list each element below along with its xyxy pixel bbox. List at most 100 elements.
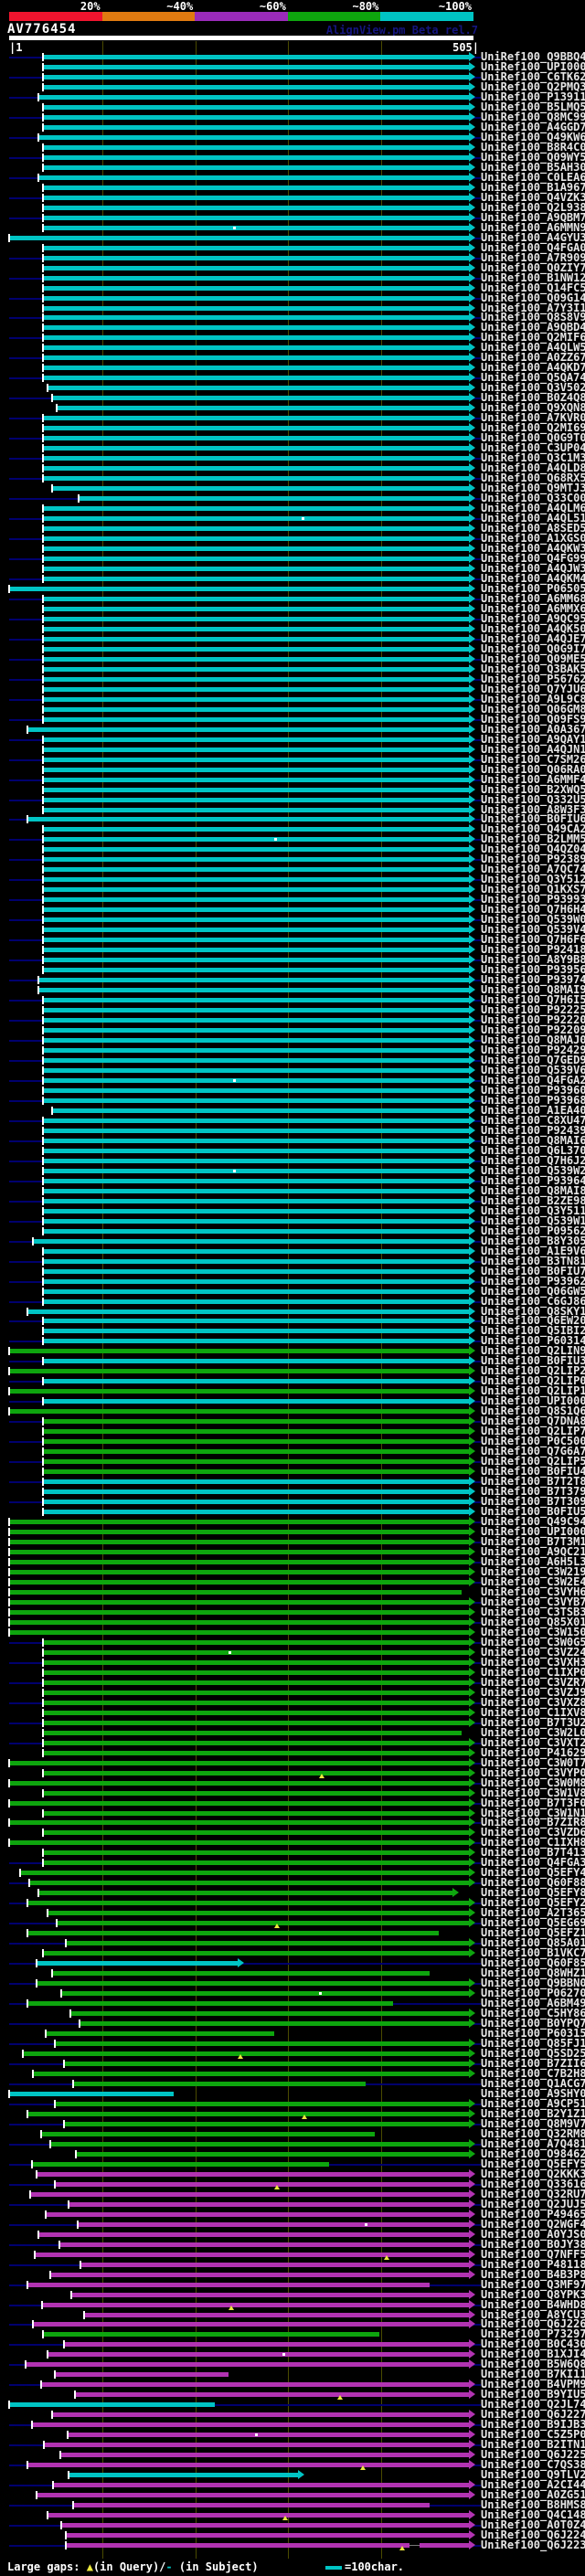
alignment-bar[interactable]	[43, 1218, 469, 1224]
alignment-bar[interactable]	[68, 2473, 298, 2478]
alignment-bar[interactable]	[37, 1981, 469, 1987]
alignment-bar[interactable]	[43, 596, 469, 601]
alignment-bar[interactable]	[43, 1951, 469, 1956]
alignment-bar[interactable]	[48, 2513, 469, 2518]
alignment-bar[interactable]	[9, 235, 469, 240]
alignment-bar[interactable]	[43, 1077, 469, 1083]
alignment-bar[interactable]	[43, 948, 469, 953]
alignment-bar[interactable]	[43, 757, 469, 762]
alignment-bar[interactable]	[43, 557, 469, 561]
subject-label[interactable]: UniRef100_Q6J223	[481, 2539, 585, 2550]
alignment-bar[interactable]	[38, 988, 469, 993]
alignment-bar[interactable]	[43, 2332, 380, 2337]
alignment-bar[interactable]	[59, 2242, 469, 2247]
alignment-bar[interactable]	[42, 2302, 469, 2307]
alignment-bar[interactable]	[61, 1991, 469, 1997]
alignment-bar[interactable]	[9, 1530, 469, 1535]
alignment-bar[interactable]	[9, 1619, 469, 1625]
alignment-bar[interactable]	[78, 496, 469, 502]
alignment-bar[interactable]	[66, 2543, 469, 2549]
alignment-bar[interactable]	[37, 2493, 469, 2498]
alignment-bar[interactable]	[38, 1891, 452, 1896]
alignment-bar[interactable]	[43, 877, 469, 883]
alignment-bar[interactable]	[43, 335, 469, 341]
alignment-bar[interactable]	[9, 1599, 469, 1605]
alignment-bar[interactable]	[80, 2262, 469, 2267]
alignment-bar[interactable]	[55, 2041, 469, 2047]
alignment-bar[interactable]	[9, 1629, 469, 1635]
alignment-bar[interactable]	[43, 1288, 469, 1294]
alignment-bar[interactable]	[43, 928, 469, 933]
alignment-bar[interactable]	[9, 1760, 469, 1765]
alignment-bar[interactable]	[43, 195, 469, 200]
alignment-bar[interactable]	[38, 2231, 469, 2237]
alignment-bar[interactable]	[43, 807, 469, 812]
alignment-bar[interactable]	[43, 767, 469, 772]
alignment-bar[interactable]	[43, 1379, 469, 1384]
alignment-bar[interactable]	[53, 2483, 469, 2488]
alignment-bar[interactable]	[43, 847, 469, 853]
alignment-bar[interactable]	[43, 205, 469, 210]
alignment-bar[interactable]	[27, 817, 469, 822]
alignment-bar[interactable]	[38, 978, 469, 983]
alignment-bar[interactable]	[64, 2342, 469, 2348]
alignment-bar[interactable]	[43, 526, 469, 532]
alignment-bar[interactable]	[43, 114, 469, 120]
alignment-bar[interactable]	[27, 1309, 469, 1314]
alignment-bar[interactable]	[26, 2362, 469, 2368]
alignment-bar[interactable]	[67, 2433, 469, 2438]
alignment-bar[interactable]	[43, 737, 469, 742]
alignment-bar[interactable]	[43, 265, 469, 270]
alignment-bar[interactable]	[9, 1840, 469, 1846]
alignment-bar[interactable]	[27, 1931, 439, 1936]
alignment-bar[interactable]	[9, 1589, 462, 1595]
alignment-bar[interactable]	[50, 2141, 469, 2147]
alignment-bar[interactable]	[68, 2201, 469, 2207]
alignment-bar[interactable]	[43, 1198, 469, 1203]
alignment-bar[interactable]	[43, 536, 469, 542]
alignment-bar[interactable]	[9, 1389, 469, 1394]
alignment-bar[interactable]	[43, 1128, 469, 1133]
alignment-row[interactable]: UniRef100_Q6J223	[0, 2539, 585, 2551]
alignment-bar[interactable]	[43, 1429, 469, 1435]
alignment-bar[interactable]	[41, 2382, 469, 2388]
alignment-bar[interactable]	[30, 2191, 469, 2197]
alignment-bar[interactable]	[27, 726, 469, 732]
alignment-bar[interactable]	[38, 175, 469, 180]
alignment-bar[interactable]	[43, 1479, 469, 1485]
alignment-bar[interactable]	[43, 84, 469, 90]
alignment-bar[interactable]	[43, 1008, 469, 1013]
alignment-bar[interactable]	[43, 666, 469, 672]
alignment-bar[interactable]	[35, 2252, 469, 2257]
alignment-bar[interactable]	[43, 747, 469, 752]
alignment-bar[interactable]	[43, 255, 469, 260]
alignment-bar[interactable]	[43, 576, 469, 581]
alignment-bar[interactable]	[43, 516, 469, 522]
alignment-bar[interactable]	[60, 2453, 469, 2458]
alignment-bar[interactable]	[43, 1097, 469, 1103]
alignment-bar[interactable]	[38, 134, 469, 140]
alignment-bar[interactable]	[43, 1048, 469, 1054]
alignment-bar[interactable]	[9, 1540, 469, 1545]
alignment-bar[interactable]	[43, 566, 469, 571]
alignment-bar[interactable]	[27, 1901, 469, 1906]
alignment-bar[interactable]	[43, 506, 469, 512]
alignment-bar[interactable]	[43, 1790, 469, 1796]
alignment-bar[interactable]	[43, 215, 469, 220]
alignment-bar[interactable]	[43, 1087, 469, 1093]
alignment-bar[interactable]	[43, 1158, 469, 1163]
alignment-bar[interactable]	[33, 1238, 469, 1244]
alignment-bar[interactable]	[72, 2081, 367, 2086]
alignment-bar[interactable]	[74, 2392, 469, 2398]
alignment-bar[interactable]	[9, 2402, 215, 2408]
alignment-bar[interactable]	[32, 2161, 329, 2167]
alignment-bar[interactable]	[43, 1680, 469, 1685]
alignment-bar[interactable]	[77, 2221, 469, 2227]
alignment-bar[interactable]	[43, 686, 469, 692]
alignment-bar[interactable]	[43, 1500, 469, 1505]
alignment-bar[interactable]	[43, 1659, 469, 1665]
alignment-bar[interactable]	[43, 1188, 469, 1193]
alignment-bar[interactable]	[43, 355, 469, 361]
alignment-bar[interactable]	[43, 837, 469, 843]
alignment-bar[interactable]	[29, 1881, 469, 1886]
